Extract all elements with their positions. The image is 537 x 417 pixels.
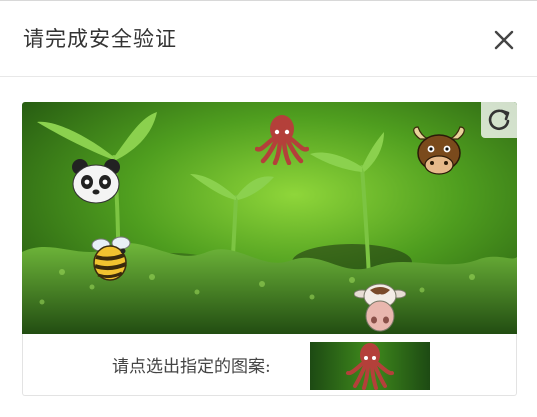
target-bee[interactable]: [88, 235, 136, 283]
refresh-button[interactable]: [481, 102, 517, 138]
target-image-thumbnail: [310, 342, 430, 390]
panda-icon: [72, 159, 120, 204]
captcha-image[interactable]: [22, 102, 517, 334]
close-icon: [494, 30, 514, 50]
target-octopus[interactable]: [255, 113, 309, 165]
verification-dialog: 请完成安全验证 请点选出指定的图案:: [0, 0, 537, 417]
bull-head-icon: [413, 126, 465, 175]
target-bull[interactable]: [410, 125, 468, 179]
refresh-icon: [488, 109, 510, 131]
dialog-title: 请完成安全验证: [23, 27, 177, 51]
cow-head-icon: [354, 283, 406, 332]
target-panda[interactable]: [70, 157, 122, 205]
octopus-icon: [255, 115, 309, 165]
captcha-instruction: 请点选出指定的图案:: [112, 357, 271, 377]
target-cow[interactable]: [354, 280, 406, 332]
target-octopus-thumbnail: [310, 342, 430, 390]
close-button[interactable]: [491, 27, 517, 53]
captcha-prompt-bar: 请点选出指定的图案:: [22, 334, 517, 396]
dialog-header: 请完成安全验证: [0, 1, 537, 77]
bee-icon: [91, 236, 131, 281]
